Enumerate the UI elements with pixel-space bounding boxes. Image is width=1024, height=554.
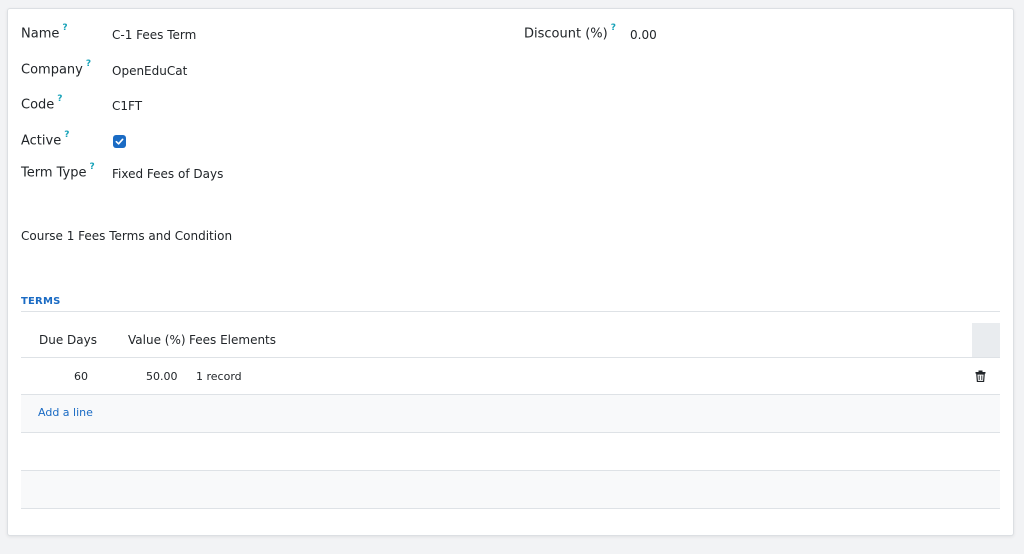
- table-row[interactable]: 60 50.00 1 record: [21, 358, 1000, 394]
- delete-row-button[interactable]: [975, 367, 986, 386]
- terms-section-title: TERMS: [21, 296, 61, 307]
- code-label: Code?: [21, 94, 63, 113]
- discount-label: Discount (%)?: [524, 23, 616, 42]
- add-line-link[interactable]: Add a line: [38, 406, 93, 419]
- term-type-label: Term Type?: [21, 162, 95, 181]
- company-help-icon[interactable]: ?: [86, 59, 91, 69]
- active-help-icon[interactable]: ?: [64, 130, 69, 140]
- company-field[interactable]: OpenEduCat: [112, 64, 187, 78]
- column-header-fees-elements[interactable]: Fees Elements: [189, 333, 276, 347]
- add-line-row: [21, 395, 1000, 432]
- form-sheet: Name? C-1 Fees Term Company? OpenEduCat …: [7, 8, 1014, 536]
- term-type-field[interactable]: Fixed Fees of Days: [112, 167, 223, 181]
- code-field[interactable]: C1FT: [112, 99, 142, 113]
- cell-value[interactable]: 50.00: [146, 370, 178, 383]
- empty-row: [21, 471, 1000, 508]
- discount-field[interactable]: 0.00: [630, 28, 657, 42]
- description-text[interactable]: Course 1 Fees Terms and Condition: [21, 229, 232, 243]
- table-header-actions: [972, 323, 1000, 357]
- active-label: Active?: [21, 130, 70, 149]
- cell-due-days[interactable]: 60: [74, 370, 88, 383]
- active-checkbox[interactable]: [113, 135, 126, 148]
- column-header-due-days[interactable]: Due Days: [39, 333, 97, 347]
- term-type-help-icon[interactable]: ?: [90, 162, 95, 172]
- name-label: Name?: [21, 23, 68, 42]
- name-field[interactable]: C-1 Fees Term: [112, 28, 196, 42]
- code-help-icon[interactable]: ?: [57, 94, 62, 104]
- row-divider: [21, 508, 1000, 509]
- trash-icon: [975, 370, 986, 383]
- name-help-icon[interactable]: ?: [62, 23, 67, 33]
- cell-fees-elements[interactable]: 1 record: [196, 370, 242, 383]
- company-label: Company?: [21, 59, 92, 78]
- discount-help-icon[interactable]: ?: [611, 23, 616, 33]
- column-header-value[interactable]: Value (%): [128, 333, 186, 347]
- section-divider: [21, 311, 1000, 312]
- row-divider: [21, 432, 1000, 433]
- check-icon: [115, 138, 124, 145]
